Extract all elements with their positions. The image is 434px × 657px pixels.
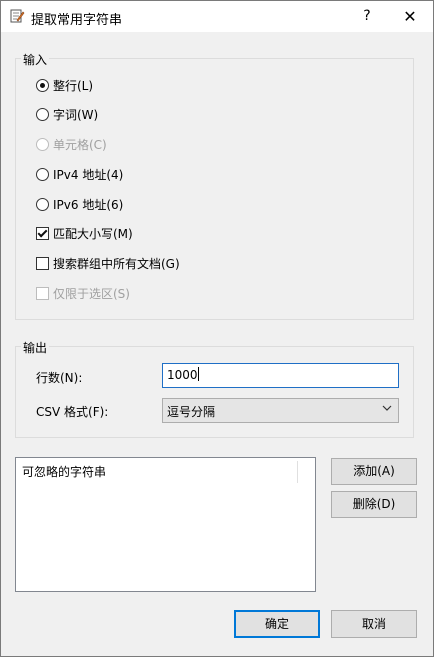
option-word-label: 字词(W) bbox=[53, 108, 99, 122]
title-bar: 提取常用字符串 ? ✕ bbox=[1, 1, 433, 32]
help-button[interactable]: ? bbox=[347, 1, 387, 32]
option-line[interactable]: 整行(L) bbox=[36, 78, 93, 94]
csv-format-select[interactable]: 逗号分隔 bbox=[162, 398, 399, 423]
option-match-case-label: 匹配大小写(M) bbox=[53, 227, 133, 241]
checkbox-search-group[interactable] bbox=[36, 257, 49, 270]
add-button[interactable]: 添加(A) bbox=[331, 458, 417, 485]
option-match-case[interactable]: 匹配大小写(M) bbox=[36, 226, 133, 242]
radio-line[interactable] bbox=[36, 79, 49, 92]
output-group bbox=[15, 346, 414, 438]
cancel-button[interactable]: 取消 bbox=[331, 610, 417, 638]
option-ipv4-label: IPv4 地址(4) bbox=[53, 168, 124, 182]
option-search-group[interactable]: 搜索群组中所有文档(G) bbox=[36, 256, 180, 272]
chevron-down-icon[interactable] bbox=[382, 402, 392, 417]
radio-ipv6[interactable] bbox=[36, 198, 49, 211]
input-group-label: 输入 bbox=[21, 51, 50, 68]
lines-input[interactable]: 1000 bbox=[162, 363, 399, 388]
radio-ipv4[interactable] bbox=[36, 168, 49, 181]
radio-word[interactable] bbox=[36, 108, 49, 121]
output-group-label: 输出 bbox=[21, 339, 50, 356]
text-caret bbox=[197, 367, 199, 381]
option-line-label: 整行(L) bbox=[53, 79, 94, 93]
ignore-strings-list[interactable]: 可忽略的字符串 bbox=[15, 457, 316, 592]
input-group bbox=[15, 58, 414, 320]
option-cell-label: 单元格(C) bbox=[53, 138, 107, 152]
option-search-group-label: 搜索群组中所有文档(G) bbox=[53, 257, 180, 271]
column-divider bbox=[297, 461, 298, 483]
delete-button[interactable]: 删除(D) bbox=[331, 491, 417, 518]
option-word[interactable]: 字词(W) bbox=[36, 107, 98, 123]
option-ipv4[interactable]: IPv4 地址(4) bbox=[36, 167, 123, 183]
csv-format-label: CSV 格式(F): bbox=[36, 405, 109, 419]
dialog-title: 提取常用字符串 bbox=[31, 13, 123, 28]
lines-label: 行数(N): bbox=[36, 371, 83, 385]
ignore-list-header: 可忽略的字符串 bbox=[22, 465, 107, 479]
radio-cell bbox=[36, 138, 49, 151]
option-ipv6[interactable]: IPv6 地址(6) bbox=[36, 197, 123, 213]
checkbox-selection-only bbox=[36, 287, 49, 300]
option-selection-only: 仅限于选区(S) bbox=[36, 286, 130, 302]
option-ipv6-label: IPv6 地址(6) bbox=[53, 198, 124, 212]
csv-format-value: 逗号分隔 bbox=[167, 405, 216, 419]
checkbox-match-case[interactable] bbox=[36, 227, 49, 240]
lines-input-value: 1000 bbox=[167, 368, 198, 382]
option-selection-only-label: 仅限于选区(S) bbox=[53, 287, 130, 301]
option-cell: 单元格(C) bbox=[36, 137, 107, 153]
ok-button[interactable]: 确定 bbox=[234, 610, 320, 638]
close-button[interactable]: ✕ bbox=[387, 1, 433, 32]
dialog-window: 提取常用字符串 ? ✕ 输入 整行(L) 字词(W) 单元格(C) IPv4 地… bbox=[0, 0, 434, 657]
app-icon bbox=[10, 9, 25, 23]
